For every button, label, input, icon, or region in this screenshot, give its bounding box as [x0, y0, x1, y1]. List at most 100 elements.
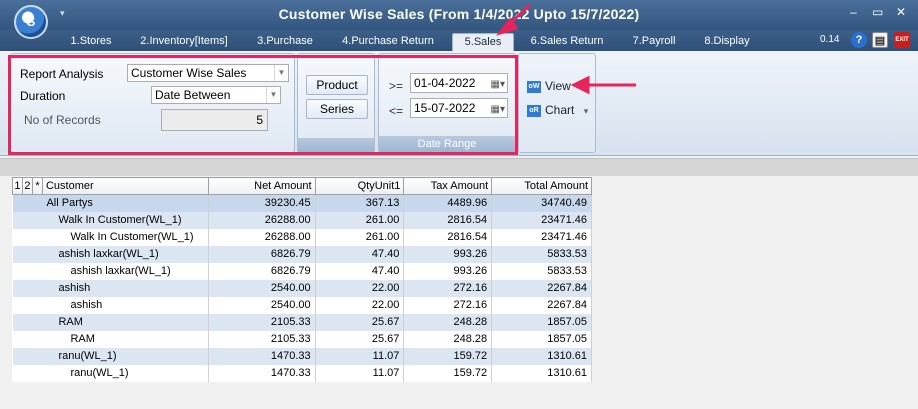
highlight-box: [8, 55, 518, 155]
document-icon[interactable]: ▤: [872, 32, 888, 48]
tab-stores[interactable]: 1.Stores: [62, 33, 120, 51]
table-row[interactable]: RAM 2105.33 25.67 248.28 1857.05: [12, 313, 592, 331]
row-spacer: [32, 263, 42, 280]
net-amount-cell: 26288.00: [208, 228, 316, 246]
net-amount-cell: 1470.33: [208, 347, 316, 365]
table-row[interactable]: RAM 2105.33 25.67 248.28 1857.05: [13, 330, 592, 348]
tax-amount-cell: 159.72: [403, 347, 493, 365]
row-spacer: [12, 194, 23, 212]
row-spacer: [22, 365, 32, 382]
qty-cell: 11.07: [315, 347, 405, 365]
row-spacer: [22, 279, 33, 297]
customer-cell: Walk In Customer(WL_1): [42, 211, 209, 229]
row-spacer: [22, 211, 33, 229]
tab-payroll[interactable]: 7.Payroll: [626, 33, 682, 51]
tab-purchase[interactable]: 3.Purchase: [250, 33, 320, 51]
tax-amount-cell: 159.72: [403, 364, 493, 382]
row-spacer: [22, 347, 33, 365]
row-spacer: [12, 347, 23, 365]
table-row[interactable]: ashish laxkar(WL_1) 6826.79 47.40 993.26 583…: [13, 262, 592, 280]
tab-sales[interactable]: 5.Sales: [452, 33, 514, 51]
total-amount-cell: 23471.46: [491, 228, 592, 246]
grid-level1-header[interactable]: 1: [12, 177, 23, 195]
chart-dropdown-arrow[interactable]: ▾: [584, 106, 589, 116]
row-spacer: [32, 194, 43, 212]
qty-column-header[interactable]: QtyUnit1: [314, 177, 405, 195]
qty-cell: 47.40: [315, 245, 405, 263]
maximize-button[interactable]: ▭: [872, 5, 883, 19]
row-spacer: [22, 297, 32, 314]
tab-sales-return[interactable]: 6.Sales Return: [524, 33, 610, 51]
help-icon[interactable]: ?: [851, 32, 867, 48]
row-spacer: [32, 279, 43, 297]
tax-amount-cell: 248.28: [403, 330, 493, 348]
table-row[interactable]: ashish 2540.00 22.00 272.16 2267.84: [13, 296, 592, 314]
chart-label: Chart: [545, 103, 575, 117]
tab-inventory[interactable]: 2.Inventory[Items]: [135, 33, 233, 51]
total-amount-column-header[interactable]: Total Amount: [491, 177, 592, 195]
customer-sales-grid: 1 2 * Customer Net Amount QtyUnit1 Tax A…: [12, 177, 592, 382]
row-spacer: [32, 313, 43, 331]
tab-display[interactable]: 8.Display: [698, 33, 756, 51]
view-label: View: [545, 79, 571, 93]
row-spacer: [22, 229, 32, 246]
row-spacer: [32, 229, 42, 246]
table-row[interactable]: ranu(WL_1) 1470.33 11.07 159.72 1310.61: [12, 347, 592, 365]
table-row[interactable]: ranu(WL_1) 1470.33 11.07 159.72 1310.61: [13, 364, 592, 382]
table-row[interactable]: Walk In Customer(WL_1) 26288.00 261.00 2816…: [13, 228, 592, 246]
row-spacer: [32, 297, 42, 314]
grid-level2-header[interactable]: 2: [21, 177, 33, 195]
customer-cell: ashish: [42, 296, 209, 314]
view-button[interactable]: oW View: [527, 79, 571, 93]
net-amount-cell: 1470.33: [208, 364, 316, 382]
tax-amount-cell: 272.16: [403, 296, 493, 314]
table-row[interactable]: Walk In Customer(WL_1) 26288.00 261.00 2816…: [12, 211, 592, 229]
row-spacer: [22, 331, 32, 348]
exit-icon[interactable]: EXIT: [894, 32, 910, 48]
actions-group: oW View oR Chart ▾: [518, 53, 596, 153]
net-amount-cell: 2105.33: [208, 330, 316, 348]
total-amount-cell: 1310.61: [491, 364, 592, 382]
customer-cell: ranu(WL_1): [42, 347, 209, 365]
chart-button[interactable]: oR Chart ▾: [527, 103, 588, 117]
tax-amount-cell: 2816.54: [403, 228, 493, 246]
row-spacer: [32, 331, 42, 348]
total-amount-cell: 23471.46: [491, 211, 592, 229]
grid-star-header[interactable]: *: [31, 177, 43, 195]
table-row[interactable]: ashish 2540.00 22.00 272.16 2267.84: [12, 279, 592, 297]
net-amount-cell: 6826.79: [208, 245, 316, 263]
row-spacer: [22, 245, 33, 263]
net-amount-cell: 26288.00: [208, 211, 316, 229]
row-spacer: [12, 313, 23, 331]
tab-purchase-return[interactable]: 4.Purchase Return: [336, 33, 440, 51]
qty-cell: 367.13: [315, 194, 405, 212]
net-amount-cell: 39230.45: [208, 194, 316, 212]
customer-cell: ashish: [42, 279, 209, 297]
row-spacer: [12, 211, 23, 229]
row-spacer: [32, 211, 43, 229]
window-title: Customer Wise Sales (From 1/4/2022 Upto …: [278, 6, 640, 22]
customer-column-header[interactable]: Customer: [41, 177, 209, 195]
row-spacer: [22, 313, 33, 331]
title-bar: ▾ Customer Wise Sales (From 1/4/2022 Upt…: [0, 0, 918, 30]
version-label: 0.14: [820, 34, 840, 45]
app-logo[interactable]: S: [14, 5, 48, 39]
customer-cell: RAM: [42, 330, 209, 348]
table-row[interactable]: ashish laxkar(WL_1) 6826.79 47.40 993.26 583…: [12, 245, 592, 263]
menu-tab-strip: 1.Stores 2.Inventory[Items] 3.Purchase 4…: [0, 30, 918, 51]
net-amount-cell: 2105.33: [208, 313, 316, 331]
net-amount-column-header[interactable]: Net Amount: [207, 177, 316, 195]
net-amount-cell: 2540.00: [208, 296, 316, 314]
row-spacer: [32, 365, 42, 382]
close-button[interactable]: ✕: [896, 5, 906, 19]
chart-icon: oR: [527, 104, 541, 117]
qty-cell: 47.40: [315, 262, 405, 280]
total-amount-cell: 1857.05: [491, 313, 592, 331]
customer-cell: Walk In Customer(WL_1): [42, 228, 209, 246]
minimize-button[interactable]: –: [850, 5, 857, 19]
total-amount-cell: 2267.84: [491, 279, 592, 297]
tax-amount-column-header[interactable]: Tax Amount: [403, 177, 493, 195]
row-spacer: [12, 245, 23, 263]
qty-cell: 22.00: [315, 296, 405, 314]
table-row[interactable]: All Partys 39230.45 367.13 4489.96 34740.49: [12, 194, 592, 212]
